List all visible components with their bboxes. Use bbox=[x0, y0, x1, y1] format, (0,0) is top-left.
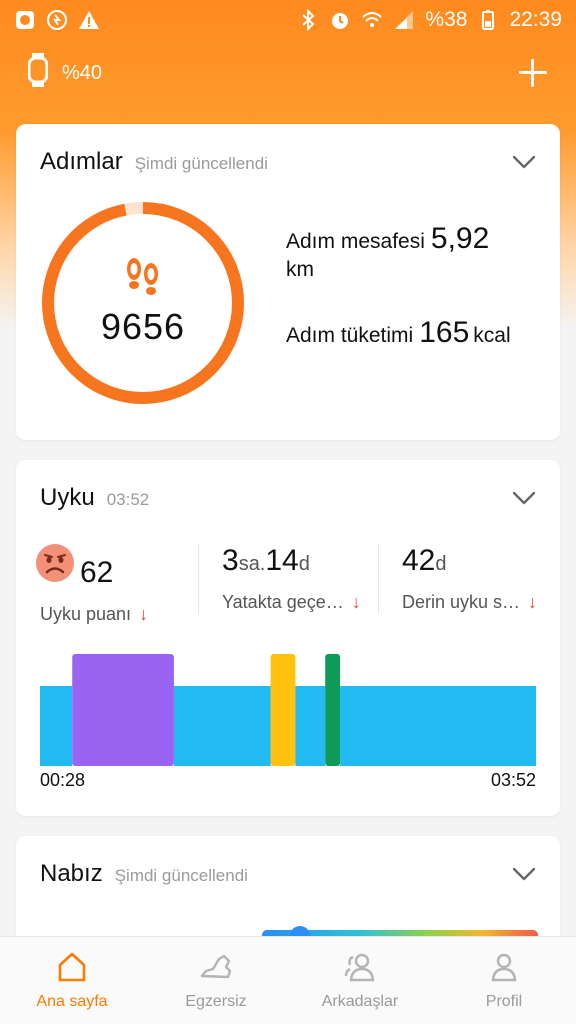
heart-title: Nabız bbox=[40, 860, 103, 887]
nav-workout[interactable]: Egzersiz bbox=[144, 937, 288, 1024]
sleep-segment-light bbox=[40, 686, 73, 766]
sleep-time: 03:52 bbox=[106, 490, 150, 509]
down-arrow-icon: ↓ bbox=[139, 604, 149, 624]
nav-profile[interactable]: Profil bbox=[432, 937, 576, 1024]
distance-unit: km bbox=[286, 258, 314, 281]
add-button[interactable] bbox=[518, 58, 548, 88]
friends-icon bbox=[344, 953, 375, 982]
app-notification-icon bbox=[14, 9, 36, 31]
alarm-icon bbox=[329, 9, 351, 31]
calories-label: Adım tüketimi bbox=[286, 324, 414, 347]
chevron-down-icon[interactable] bbox=[512, 150, 536, 174]
chart-start-time: 00:28 bbox=[40, 770, 86, 790]
nav-friends-label: Arkadaşlar bbox=[321, 993, 399, 1010]
sleep-segment-light bbox=[340, 686, 536, 766]
nav-friends[interactable]: Arkadaşlar bbox=[288, 937, 432, 1024]
time-in-bed-label: Yatakta geçe… bbox=[222, 592, 344, 612]
deep-unit: d bbox=[435, 553, 447, 575]
steps-updated: Şimdi güncellendi bbox=[134, 154, 268, 173]
steps-title: Adımlar bbox=[40, 148, 123, 175]
chart-end-time: 03:52 bbox=[490, 770, 536, 790]
sleep-stage-chart[interactable] bbox=[40, 650, 536, 766]
sleep-stats: 62 Uyku puanı ↓ 3 sa. 14 d Yatakta geçe… ↓ … bbox=[16, 544, 560, 624]
deep-sleep-stat[interactable]: 42 d Derin uyku s… ↓ bbox=[402, 544, 537, 624]
distance-value: 5,92 bbox=[430, 222, 490, 255]
sleep-segment-awake bbox=[270, 654, 296, 766]
status-bar: %38 22:39 bbox=[0, 0, 576, 40]
deep-value: 42 bbox=[402, 544, 436, 577]
down-arrow-icon: ↓ bbox=[351, 592, 361, 612]
chevron-down-icon[interactable] bbox=[512, 862, 536, 886]
calories-unit: kcal bbox=[473, 324, 511, 347]
sleep-segment-light bbox=[173, 686, 271, 766]
heart-updated: Şimdi güncellendi bbox=[114, 866, 248, 885]
steps-ring: 9656 bbox=[40, 200, 246, 406]
battery-percentage: %38 bbox=[425, 8, 468, 31]
footsteps-icon bbox=[124, 256, 162, 300]
nav-home-label: Ana sayfa bbox=[36, 993, 108, 1010]
calories-metric: Adım tüketimi 165 kcal bbox=[286, 316, 511, 350]
band-icon bbox=[27, 53, 49, 93]
chevron-down-icon[interactable] bbox=[512, 486, 536, 510]
shoe-icon bbox=[200, 954, 232, 979]
calories-value: 165 bbox=[419, 316, 470, 349]
bed-minutes-unit: d bbox=[298, 553, 310, 575]
stat-divider bbox=[198, 544, 199, 614]
distance-metric: Adım mesafesi 5,92 bbox=[286, 222, 489, 256]
distance-unit-line: km bbox=[286, 258, 314, 282]
bed-minutes: 14 bbox=[265, 544, 299, 577]
sleep-score-value: 62 bbox=[80, 556, 114, 589]
steps-progress-arc bbox=[42, 202, 244, 404]
sleep-score-label: Uyku puanı bbox=[40, 604, 132, 624]
app-header: %40 bbox=[0, 50, 576, 96]
nav-workout-label: Egzersiz bbox=[185, 993, 247, 1010]
sleep-card[interactable]: Uyku 03:52 62 Uyku puanı ↓ 3 sa. 14 d Ya… bbox=[16, 460, 560, 816]
stat-divider bbox=[378, 544, 379, 614]
sleep-segment-light bbox=[295, 686, 326, 766]
battery-icon bbox=[477, 9, 499, 31]
sleep-segment-rem bbox=[72, 654, 174, 766]
sleep-title: Uyku bbox=[40, 484, 95, 511]
bottom-navigation: Ana sayfa Egzersiz Arkadaşlar Profil bbox=[0, 936, 576, 1024]
wifi-icon bbox=[361, 9, 383, 31]
sleep-score-stat[interactable]: 62 Uyku puanı ↓ bbox=[36, 544, 148, 624]
home-icon bbox=[58, 952, 86, 982]
sad-face-icon bbox=[36, 544, 74, 582]
warning-icon bbox=[78, 9, 100, 31]
deep-sleep-label: Derin uyku s… bbox=[402, 592, 521, 612]
signal-icon bbox=[393, 9, 415, 31]
bluetooth-icon bbox=[297, 8, 319, 32]
nav-home[interactable]: Ana sayfa bbox=[0, 937, 144, 1024]
steps-card[interactable]: Adımlar Şimdi güncellendi 9656 Adım mesa… bbox=[16, 124, 560, 440]
clock: 22:39 bbox=[509, 8, 562, 31]
time-in-bed-stat[interactable]: 3 sa. 14 d Yatakta geçe… ↓ bbox=[222, 544, 361, 624]
band-status[interactable]: %40 bbox=[27, 53, 103, 93]
band-battery: %40 bbox=[62, 61, 103, 84]
bed-hours: 3 bbox=[222, 544, 239, 577]
bed-hours-unit: sa. bbox=[238, 553, 266, 575]
steps-count: 9656 bbox=[100, 306, 186, 347]
sleep-segment-deep bbox=[325, 654, 341, 766]
nav-profile-label: Profil bbox=[485, 993, 523, 1010]
down-arrow-icon: ↓ bbox=[528, 592, 538, 612]
profile-icon bbox=[491, 953, 517, 982]
location-icon bbox=[46, 9, 68, 31]
distance-label: Adım mesafesi bbox=[286, 230, 425, 253]
